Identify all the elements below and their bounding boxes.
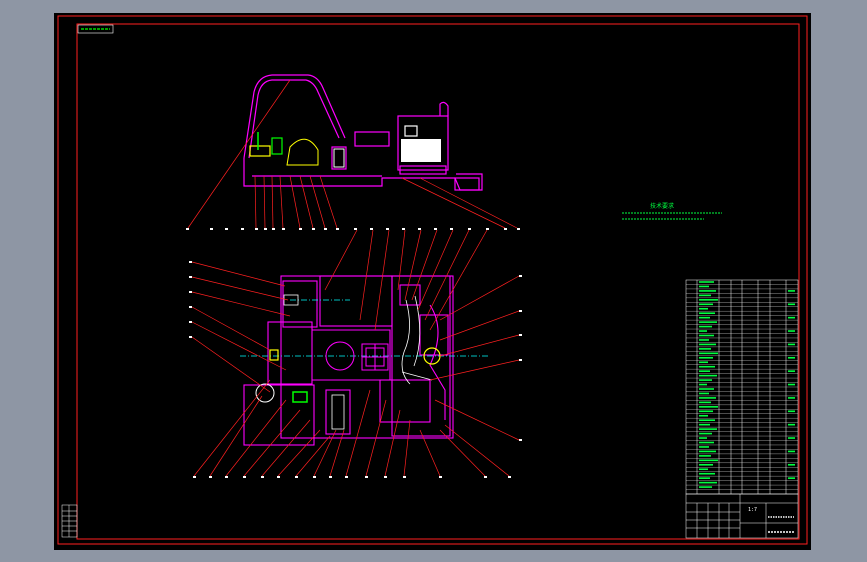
bom-cell-mark bbox=[699, 290, 716, 292]
bom-cell-mark bbox=[699, 299, 718, 301]
plan-yellow-part bbox=[269, 349, 279, 361]
tech-notes: 技术要求 bbox=[622, 202, 722, 220]
bom-cell-mark bbox=[699, 392, 709, 395]
bom-cell-mark bbox=[788, 343, 795, 346]
bom-cell-mark bbox=[699, 481, 717, 484]
bom-cell-mark bbox=[699, 446, 709, 448]
bom-cell-mark bbox=[699, 486, 712, 488]
bom-cell-mark bbox=[699, 437, 707, 439]
bom-text-fills bbox=[699, 281, 795, 488]
bom-cell-mark bbox=[699, 455, 711, 457]
side-leader-lines bbox=[187, 79, 518, 229]
bom-cell-mark bbox=[788, 370, 795, 372]
bom-cell-mark bbox=[788, 450, 795, 453]
bom-cell-mark bbox=[699, 450, 716, 453]
bom-cell-mark bbox=[699, 356, 713, 359]
bom-cell-mark bbox=[788, 356, 795, 359]
bom-cell-mark bbox=[699, 423, 710, 426]
corner-tag bbox=[77, 24, 114, 34]
bom-cell-mark bbox=[699, 303, 713, 306]
bom-cell-mark bbox=[788, 410, 795, 413]
bom-cell-mark bbox=[699, 294, 711, 297]
side-yellow-block bbox=[249, 145, 271, 157]
bom-cell-mark bbox=[699, 352, 718, 355]
bom-cell-mark bbox=[788, 423, 795, 426]
bom-cell-mark bbox=[788, 330, 795, 332]
bom-cell-mark bbox=[699, 316, 710, 319]
bom-cell-mark bbox=[699, 401, 711, 404]
inner-frame bbox=[76, 23, 800, 540]
bom-cell-mark bbox=[699, 379, 712, 381]
bom-cell-mark bbox=[699, 397, 716, 399]
side-white-panel bbox=[401, 139, 441, 162]
bom-cell-mark bbox=[699, 472, 715, 475]
bom-cell-mark bbox=[788, 397, 795, 399]
side-balloons bbox=[186, 228, 520, 230]
bom-cell-mark bbox=[699, 339, 709, 341]
bom-cell-mark bbox=[699, 432, 712, 435]
scale-label: 1:7 bbox=[748, 507, 757, 513]
bom-cell-mark bbox=[699, 388, 714, 390]
bom-cell-mark bbox=[699, 428, 717, 430]
side-white-tank bbox=[333, 148, 345, 168]
bom-cell-mark bbox=[699, 361, 708, 364]
bom-cell-mark bbox=[699, 410, 713, 413]
bom-cell-mark bbox=[699, 414, 708, 417]
bom-cell-mark bbox=[699, 383, 707, 386]
bom-cell-mark bbox=[699, 325, 712, 328]
bom-cell-mark bbox=[788, 463, 795, 466]
bom-cell-mark bbox=[699, 330, 707, 332]
bom-cell-mark bbox=[699, 477, 710, 479]
bom-cell-mark bbox=[788, 290, 795, 292]
bom-cell-mark bbox=[699, 307, 708, 310]
bom-cell-mark bbox=[788, 477, 795, 479]
plan-leader-lines bbox=[191, 229, 520, 477]
bom-cell-mark bbox=[699, 468, 708, 471]
bom-cell-mark bbox=[699, 419, 715, 422]
bom-cell-mark bbox=[699, 365, 715, 368]
cad-viewport[interactable]: 技术要求 1:7 bbox=[54, 13, 811, 550]
bom-cell-mark bbox=[699, 321, 717, 323]
side-green-unit bbox=[271, 137, 283, 155]
bom-cell-mark bbox=[788, 437, 795, 439]
pump-assembly bbox=[361, 343, 389, 371]
bom-cell-mark bbox=[788, 316, 795, 319]
plan-balloons bbox=[189, 261, 522, 478]
bom-cell-mark bbox=[699, 334, 714, 337]
plan-green-unit bbox=[292, 391, 308, 403]
bom-cell-mark bbox=[699, 459, 718, 462]
assembly-drawing: 技术要求 1:7 bbox=[57, 15, 808, 545]
bom-cell-mark bbox=[699, 370, 710, 372]
bom-cell-mark bbox=[699, 406, 718, 408]
wiring-harness bbox=[401, 295, 433, 385]
bom-cell-mark bbox=[699, 348, 711, 350]
bom-cell-mark bbox=[699, 285, 709, 288]
bom-cell-mark bbox=[699, 441, 714, 444]
bom-cell-mark bbox=[699, 463, 713, 466]
bom-cell-mark bbox=[699, 312, 715, 315]
bom-cell-mark bbox=[699, 374, 717, 377]
bom-cell-mark bbox=[699, 281, 714, 283]
revision-table bbox=[61, 504, 78, 538]
side-elevation-view bbox=[243, 74, 483, 191]
bom-cell-mark bbox=[788, 303, 795, 306]
plan-white-tank bbox=[331, 394, 345, 430]
tech-notes-title: 技术要求 bbox=[650, 202, 674, 210]
bom-cell-mark bbox=[788, 383, 795, 386]
bom-cell-mark bbox=[699, 343, 716, 346]
